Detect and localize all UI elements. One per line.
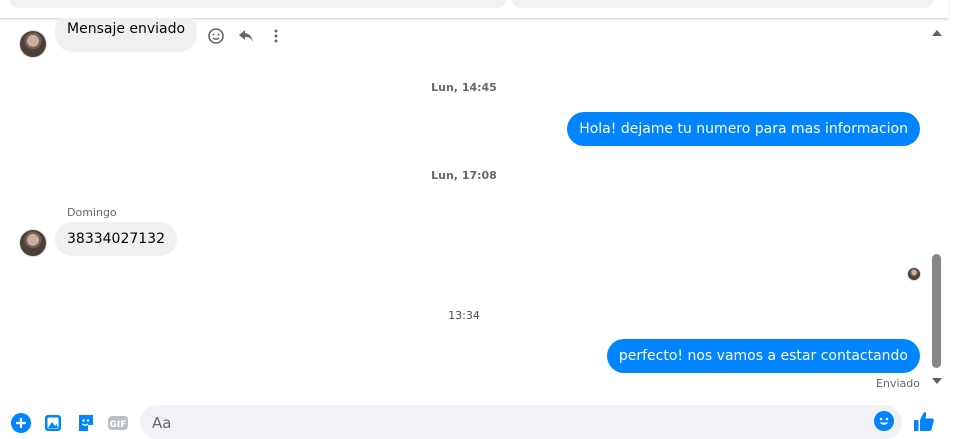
incoming-message-bubble[interactable]: 38334027132 [55, 222, 177, 256]
message-input[interactable] [150, 411, 854, 435]
message-text: 38334027132 [67, 231, 165, 247]
sender-name: Domingo [67, 206, 117, 219]
message-input-wrap [140, 405, 902, 439]
incoming-message-bubble[interactable]: Mensaje enviado [55, 18, 198, 52]
contact-avatar[interactable] [19, 229, 47, 257]
contact-avatar[interactable] [19, 30, 47, 58]
outgoing-message-bubble[interactable]: Hola! dejame tu numero para mas informac… [567, 112, 920, 146]
top-panel-edge [0, 0, 948, 19]
scrollbar-thumb[interactable] [932, 254, 941, 368]
top-panel-left [10, 0, 506, 8]
svg-text:GIF: GIF [110, 420, 127, 430]
scroll-up-icon[interactable] [932, 30, 942, 36]
reply-icon[interactable] [236, 26, 256, 46]
emoji-icon[interactable] [874, 411, 894, 435]
message-actions [206, 26, 286, 46]
message-text: Mensaje enviado [67, 21, 186, 37]
timestamp-divider: Lun, 17:08 [431, 169, 497, 182]
more-icon[interactable] [266, 26, 286, 46]
gif-icon[interactable]: GIF [107, 413, 128, 433]
emoji-react-icon[interactable] [206, 26, 226, 46]
sticker-icon[interactable] [76, 413, 96, 433]
message-status: Enviado [876, 377, 920, 390]
top-panel-right [512, 0, 933, 8]
timestamp-divider: Lun, 14:45 [431, 81, 497, 94]
scroll-down-icon[interactable] [932, 378, 942, 384]
message-text: perfecto! nos vamos a estar contactando [618, 348, 908, 364]
vertical-scrollbar[interactable] [929, 22, 945, 386]
message-text: Hola! dejame tu numero para mas informac… [579, 121, 908, 137]
image-icon[interactable] [43, 413, 63, 433]
outgoing-message-bubble[interactable]: perfecto! nos vamos a estar contactando [606, 339, 920, 373]
read-receipt-avatar [907, 267, 921, 281]
plus-icon[interactable] [11, 413, 31, 433]
conversation-scroll-area[interactable]: Mensaje enviado Lun, 14:45 Hola! dejame … [0, 18, 928, 398]
timestamp-divider: 13:34 [448, 309, 480, 322]
thumbs-up-icon[interactable] [913, 410, 935, 436]
